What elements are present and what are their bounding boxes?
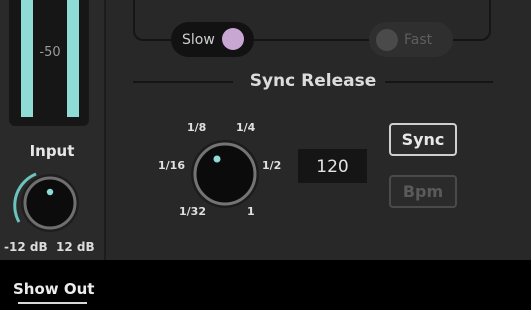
section-rule-left: [133, 81, 233, 83]
sync-button[interactable]: Sync: [389, 123, 457, 156]
section-rule-right: [385, 81, 493, 83]
tick-label: 1/16: [158, 159, 185, 172]
tempo-value-field[interactable]: 120: [298, 149, 367, 183]
meter-bar-left: [21, 0, 33, 117]
meter-scale-label: -50: [39, 45, 61, 60]
tick-label: 1/2: [262, 159, 282, 172]
section-title: Sync Release: [249, 71, 377, 91]
slow-toggle[interactable]: Slow: [171, 22, 254, 57]
input-label: Input: [29, 142, 75, 160]
tick-label: 1/32: [179, 205, 206, 218]
fast-indicator-icon: [376, 28, 398, 51]
input-section: -50 Input -12 dB 12 dB: [0, 0, 104, 260]
tick-label: 1/4: [236, 121, 256, 134]
bpm-button[interactable]: Bpm: [389, 175, 457, 208]
meter-bar-right: [67, 0, 79, 117]
show-out-tab[interactable]: Show Out: [13, 280, 94, 298]
tab-underline: [18, 302, 87, 304]
slow-label: Slow: [182, 31, 215, 48]
plugin-panel: -50 Input -12 dB 12 dB Slow Fast Sync Re…: [0, 0, 531, 260]
input-max-label: 12 dB: [56, 240, 95, 254]
divider: [104, 0, 106, 260]
level-meter: -50: [9, 0, 89, 126]
input-min-label: -12 dB: [4, 240, 48, 254]
sync-release-knob[interactable]: [185, 134, 265, 214]
fast-label: Fast: [404, 31, 433, 48]
tick-label: 1: [247, 205, 255, 218]
fast-toggle[interactable]: Fast: [369, 22, 453, 57]
tick-label: 1/8: [187, 121, 207, 134]
input-knob[interactable]: [10, 163, 90, 243]
slow-indicator-icon: [222, 28, 244, 50]
